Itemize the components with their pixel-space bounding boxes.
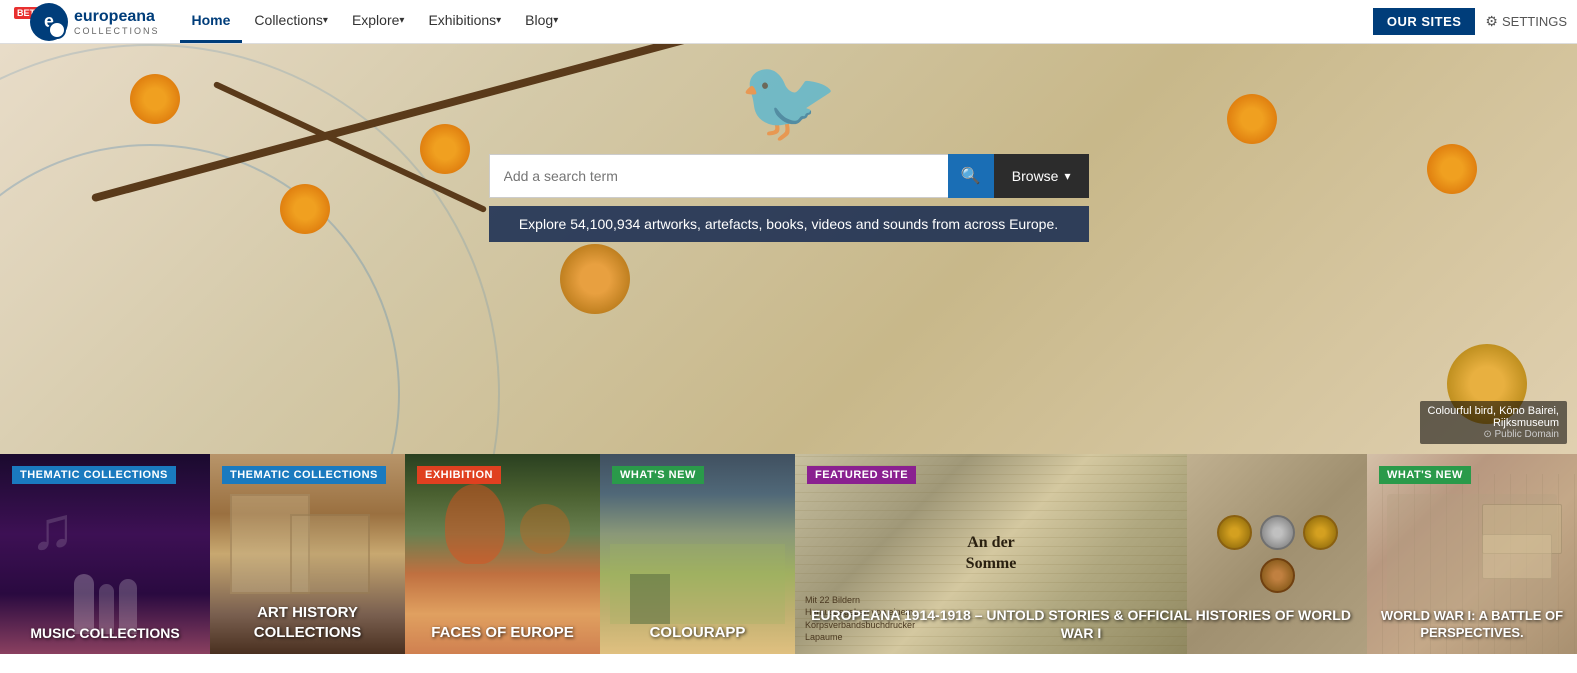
tile-title-colour: COLOURAPP [612,623,783,643]
flower-decoration-3 [420,124,470,174]
flower-decoration-2 [280,184,330,234]
search-container: 🔍 Browse ▾ Explore 54,100,934 artworks, … [489,154,1089,242]
flower-decoration-4 [560,244,630,314]
tile-overlay-world: WHAT'S NEW WORLD WAR I: A BATTLE OF PERS… [1367,454,1577,654]
browse-arrow-icon: ▾ [1064,169,1070,183]
tile-badge-colour: WHAT'S NEW [612,466,704,484]
settings-button[interactable]: SETTINGS [1485,13,1567,30]
nav-collections[interactable]: Collections [242,0,340,43]
search-icon: 🔍 [961,166,981,186]
navbar: BETA e europeana collections Home Collec… [0,0,1577,44]
tile-colourapp[interactable]: WHAT'S NEW COLOURAPP [600,454,795,654]
nav-links: Home Collections Explore Exhibitions Blo… [180,0,571,43]
tile-title-ww1: EUROPEANA 1914-1918 – UNTOLD STORIES & O… [807,606,1355,642]
tile-ww1[interactable]: An derSomme Mit 22 BildernHerausgegeben … [795,454,1367,654]
flower-decoration-1 [130,74,180,124]
tile-overlay-ww1: FEATURED SITE EUROPEANA 1914-1918 – UNTO… [795,454,1367,654]
explore-text: Explore 54,100,934 artworks, artefacts, … [489,206,1089,242]
tile-badge-world: WHAT'S NEW [1379,466,1471,484]
nav-exhibitions[interactable]: Exhibitions [416,0,513,43]
tiles-section: ♫ THEMATIC COLLECTIONS MUSIC COLLECTIONS… [0,454,1577,654]
tile-title-music: MUSIC COLLECTIONS [12,624,198,642]
browse-button[interactable]: Browse ▾ [994,154,1089,198]
navbar-right: OUR SITES SETTINGS [1373,8,1567,35]
nav-blog[interactable]: Blog [513,0,570,43]
tile-overlay-music: THEMATIC COLLECTIONS MUSIC COLLECTIONS [0,454,210,654]
nav-explore[interactable]: Explore [340,0,417,43]
search-input[interactable] [489,154,948,198]
hero-caption: Colourful bird, Kōno Bairei, Rijksmuseum… [1420,401,1567,444]
search-row: 🔍 Browse ▾ [489,154,1089,198]
brand: BETA e europeana collections [10,3,160,41]
logo-icon: e [30,3,68,41]
hero-section: 🐦 🔍 Browse ▾ Explore 54,100,934 artworks… [0,44,1577,454]
tile-ww1-perspectives[interactable]: WHAT'S NEW WORLD WAR I: A BATTLE OF PERS… [1367,454,1577,654]
tile-badge-art: THEMATIC COLLECTIONS [222,466,386,484]
tile-faces-europe[interactable]: EXHIBITION FACES OF EUROPE [405,454,600,654]
flower-decoration-6 [1427,144,1477,194]
brand-name: europeana collections [74,8,160,36]
tile-overlay-art: THEMATIC COLLECTIONS ART HISTORY COLLECT… [210,454,405,654]
search-button[interactable]: 🔍 [948,154,994,198]
tile-badge-faces: EXHIBITION [417,466,501,484]
tile-title-world: WORLD WAR I: A BATTLE OF PERSPECTIVES. [1379,608,1565,642]
tile-music-collections[interactable]: ♫ THEMATIC COLLECTIONS MUSIC COLLECTIONS [0,454,210,654]
tile-title-faces: FACES OF EUROPE [417,623,588,643]
tile-overlay-faces: EXHIBITION FACES OF EUROPE [405,454,600,654]
tile-badge-ww1: FEATURED SITE [807,466,916,484]
tile-art-history[interactable]: THEMATIC COLLECTIONS ART HISTORY COLLECT… [210,454,405,654]
tile-overlay-colour: WHAT'S NEW COLOURAPP [600,454,795,654]
bird-icon: 🐦 [739,54,839,148]
tile-title-art: ART HISTORY COLLECTIONS [222,603,393,642]
flower-decoration-5 [1227,94,1277,144]
nav-home[interactable]: Home [180,0,243,43]
our-sites-button[interactable]: OUR SITES [1373,8,1476,35]
tile-badge-music: THEMATIC COLLECTIONS [12,466,176,484]
gear-icon [1485,13,1498,30]
